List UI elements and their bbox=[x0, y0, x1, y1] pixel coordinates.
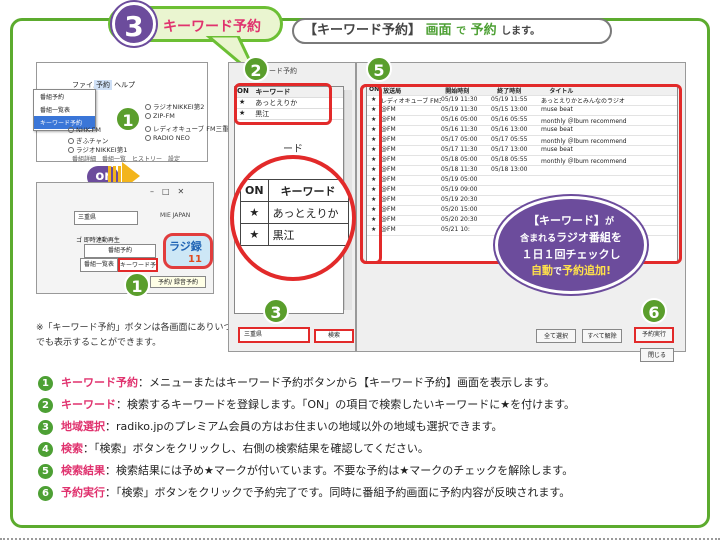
legend-text: ：「検索」ボタンをクリックし、右側の検索結果を確認してください。 bbox=[83, 442, 429, 455]
badge-1-bottom: 1 bbox=[124, 272, 150, 298]
banner-screen: 画面 bbox=[425, 23, 452, 38]
legend-item: 2 キーワード：検索するキーワードを登録します。「ON」の項目で検索したいキーワー… bbox=[38, 396, 698, 413]
legend-item: 4 検索：「検索」ボタンをクリックし、右側の検索結果を確認してください。 bbox=[38, 440, 698, 457]
keyword-reserve-button[interactable]: キーワード予約 bbox=[118, 258, 158, 281]
menu-item-program-reserve[interactable]: 番組予約 bbox=[34, 90, 95, 103]
keyword-zoom-circle: ON キーワード ★ あっとえりか ★ 黒江 bbox=[230, 155, 356, 281]
legend-item: 6 予約実行：「検索」ボタンをクリックで予約完了です。同時に番組予約画面に予約内容… bbox=[38, 484, 698, 501]
program-list-button[interactable]: 番組一覧表 bbox=[80, 258, 118, 272]
execute-reserve-button[interactable]: 予約実行 bbox=[634, 327, 674, 343]
zoom-col-keyword: キーワード bbox=[267, 179, 349, 202]
dotted-divider bbox=[0, 538, 720, 540]
step-number-badge: 3 bbox=[112, 2, 156, 46]
region-select[interactable]: 三重県 bbox=[74, 211, 138, 225]
menu-item-program-list[interactable]: 番組一覧表 bbox=[34, 103, 95, 116]
station-label: MIE JAPAN bbox=[160, 212, 191, 219]
select-all-button[interactable]: 全て選択 bbox=[536, 329, 576, 343]
menu-reserve[interactable]: 予約 bbox=[94, 80, 112, 90]
sync-play-checkbox[interactable]: ゴ 即時連動再生 bbox=[76, 235, 120, 244]
tooltip: 予約/ 録音予約 bbox=[150, 276, 206, 288]
badge-6: 6 bbox=[641, 298, 667, 324]
keyword-highlight-box bbox=[234, 83, 332, 125]
window-controls[interactable]: – □ ✕ bbox=[150, 186, 184, 197]
legend-key: 地域選択 bbox=[61, 420, 105, 433]
banner-yoyaku: 予約 bbox=[470, 23, 497, 38]
badge-2: 2 bbox=[243, 56, 269, 82]
legend-text: ：「検索」ボタンをクリックで予約完了です。同時に番組予約画面に予約内容が反映され… bbox=[105, 486, 571, 499]
reserve-dropdown: 番組予約 番組一覧表 キーワード予約 bbox=[33, 89, 96, 131]
legend-item: 3 地域選択：radiko.jpのプレミアム会員の方はお住まいの地域以外の地域も選… bbox=[38, 418, 698, 435]
radio-station-6[interactable]: RADIO NEO bbox=[145, 134, 190, 142]
legend-number: 4 bbox=[38, 442, 53, 457]
radiko-logo-text: ラジ録 bbox=[169, 240, 202, 253]
zoom-table: ON キーワード ★ あっとえりか ★ 黒江 bbox=[240, 179, 349, 246]
note-text: ※「キーワード予約」ボタンは各画面にありいつでも表示することができます。 bbox=[36, 323, 233, 348]
legend-number: 3 bbox=[38, 420, 53, 435]
callout-line-3: １日１回チェックし bbox=[521, 248, 621, 261]
legend-key: 予約実行 bbox=[61, 486, 105, 499]
zoom-keyword: あっとえりか bbox=[267, 201, 349, 224]
legend-item: 5 検索結果：検索結果には予め★マークが付いています。不要な予約は★マークのチェッ… bbox=[38, 462, 698, 479]
callout-bubble: 【キーワード】が 含まれるラジオ番組を １日１回チェックし 自動で予約追加! bbox=[495, 196, 647, 294]
zoom-on-star: ★ bbox=[240, 201, 269, 224]
legend-key: キーワード予約 bbox=[61, 376, 138, 389]
radio-station-3[interactable]: レディオキューブ FM三重 bbox=[145, 123, 229, 133]
legend-number: 5 bbox=[38, 464, 53, 479]
badge-3: 3 bbox=[263, 298, 289, 324]
banner-pre: 【キーワード予約】 bbox=[304, 23, 422, 38]
banner-de: で bbox=[456, 26, 467, 37]
program-reserve-button[interactable]: 番組予約 bbox=[84, 244, 156, 258]
radio-station-1[interactable]: ラジオNIKKEI第2 bbox=[145, 101, 204, 111]
banner-post: します。 bbox=[501, 26, 541, 37]
step-title: キーワード予約 bbox=[163, 19, 261, 35]
search-button[interactable]: 検索 bbox=[314, 329, 354, 343]
region-dropdown[interactable]: 三重県 bbox=[238, 327, 310, 343]
legend-text: ：検索結果には予め★マークが付いています。不要な予約は★マークのチェックを解除し… bbox=[105, 464, 574, 477]
legend-key: 検索結果 bbox=[61, 464, 105, 477]
badge-1-top: 1 bbox=[115, 106, 141, 132]
zoom-keyword: 黒江 bbox=[267, 223, 349, 246]
menu-help[interactable]: ヘルプ bbox=[114, 80, 135, 90]
zoom-on-star: ★ bbox=[240, 223, 269, 246]
legend-item: 1 キーワード予約：メニューまたはキーワード予約ボタンから【キーワード予約】画面を… bbox=[38, 374, 698, 391]
radio-station-7[interactable]: ラジオNIKKEI第1 bbox=[68, 144, 127, 154]
callout-line-2: 含まれるラジオ番組を bbox=[520, 231, 622, 244]
radiko-version: 11 bbox=[188, 254, 202, 265]
legend-key: 検索 bbox=[61, 442, 83, 455]
banner-heading: 【キーワード予約】 画面 で 予約 します。 bbox=[292, 18, 612, 44]
callout-line-1: 【キーワード】が bbox=[527, 214, 614, 227]
badge-5: 5 bbox=[366, 56, 392, 82]
radiko-logo-icon: ラジ録 11 bbox=[163, 233, 213, 269]
legend-text: ：メニューまたはキーワード予約ボタンから【キーワード予約】画面を表示します。 bbox=[138, 376, 555, 389]
legend-text: ：radiko.jpのプレミアム会員の方はお住まいの地域以外の地域も選択できます… bbox=[105, 420, 503, 433]
legend-number: 1 bbox=[38, 376, 53, 391]
close-button[interactable]: 閉じる bbox=[640, 348, 674, 362]
radio-station-4[interactable]: NHK-FM bbox=[68, 126, 101, 134]
zoom-col-on: ON bbox=[240, 179, 269, 202]
legend-number: 6 bbox=[38, 486, 53, 501]
legend-text: ：検索するキーワードを登録します。「ON」の項目で検索したいキーワードに★を付け… bbox=[116, 398, 576, 411]
radio-station-2[interactable]: ZIP-FM bbox=[145, 112, 175, 120]
legend-number: 2 bbox=[38, 398, 53, 413]
callout-line-4: 自動で予約追加! bbox=[530, 264, 612, 277]
keyword-zoom-partial: ード bbox=[283, 144, 303, 155]
legend-key: キーワード bbox=[61, 398, 116, 411]
deselect-all-button[interactable]: すべて解除 bbox=[582, 329, 622, 343]
